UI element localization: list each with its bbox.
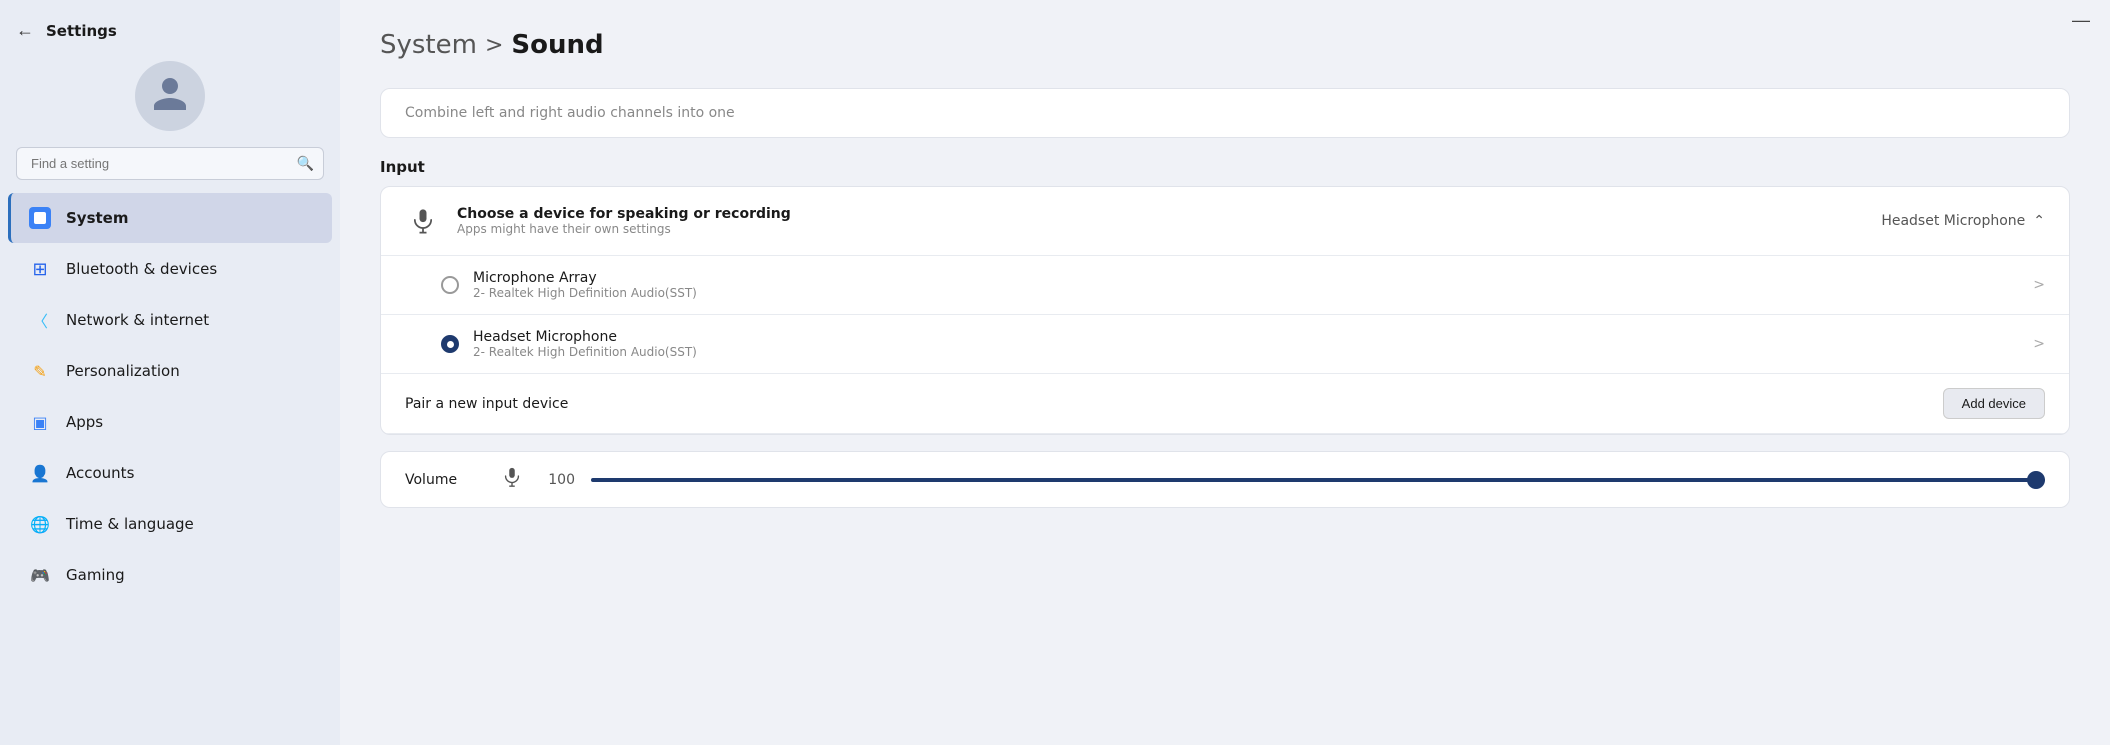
gaming-icon: 🎮 <box>28 563 52 587</box>
input-header-text: Choose a device for speaking or recordin… <box>457 206 1865 236</box>
device-sub-1: 2- Realtek High Definition Audio(SST) <box>473 345 2019 359</box>
volume-track <box>591 478 2045 482</box>
input-section-label: Input <box>380 158 2070 176</box>
radio-button-0[interactable] <box>441 276 459 294</box>
sidebar-item-accounts[interactable]: 👤 Accounts <box>8 448 332 498</box>
search-input[interactable] <box>16 147 324 180</box>
personalization-icon: ✎ <box>28 359 52 383</box>
top-card-text: Combine left and right audio channels in… <box>405 105 735 121</box>
time-icon: 🌐 <box>28 512 52 536</box>
sidebar: ← Settings 🔍 System ⊞ Bluetooth & device… <box>0 0 340 745</box>
breadcrumb-system[interactable]: System <box>380 30 477 60</box>
sidebar-item-time[interactable]: 🌐 Time & language <box>8 499 332 549</box>
user-avatar-icon <box>150 74 190 118</box>
microphone-icon <box>405 203 441 239</box>
device-info-1: Headset Microphone 2- Realtek High Defin… <box>473 329 2019 359</box>
sidebar-item-gaming[interactable]: 🎮 Gaming <box>8 550 332 600</box>
sidebar-item-label-accounts: Accounts <box>66 464 134 482</box>
network-icon: 〈 <box>28 308 52 332</box>
sidebar-item-label-bluetooth: Bluetooth & devices <box>66 260 217 278</box>
nav-list: System ⊞ Bluetooth & devices 〈 Network &… <box>0 192 340 745</box>
apps-icon: ▣ <box>28 410 52 434</box>
input-device-title: Choose a device for speaking or recordin… <box>457 206 1865 222</box>
radio-button-1[interactable] <box>441 335 459 353</box>
selected-device-name: Headset Microphone <box>1881 213 2025 229</box>
breadcrumb: System > Sound <box>380 30 2070 60</box>
sidebar-item-apps[interactable]: ▣ Apps <box>8 397 332 447</box>
avatar[interactable] <box>135 61 205 131</box>
sidebar-top-bar: ← Settings <box>0 12 340 49</box>
bluetooth-icon: ⊞ <box>28 257 52 281</box>
breadcrumb-separator: > <box>485 33 503 58</box>
volume-slider[interactable] <box>591 470 2045 490</box>
sidebar-item-label-apps: Apps <box>66 413 103 431</box>
volume-card: Volume 100 <box>380 451 2070 508</box>
device-name-0: Microphone Array <box>473 270 2019 286</box>
chevron-right-icon-1: > <box>2033 336 2045 352</box>
search-icon: 🔍 <box>297 156 314 172</box>
pair-device-row: Pair a new input device Add device <box>381 374 2069 434</box>
sidebar-item-label-network: Network & internet <box>66 311 209 329</box>
device-sub-0: 2- Realtek High Definition Audio(SST) <box>473 286 2019 300</box>
volume-thumb <box>2027 471 2045 489</box>
pair-label: Pair a new input device <box>405 396 1943 412</box>
input-header-right: Headset Microphone ⌃ <box>1881 213 2045 229</box>
top-card: Combine left and right audio channels in… <box>380 88 2070 138</box>
sidebar-item-personalization[interactable]: ✎ Personalization <box>8 346 332 396</box>
sidebar-item-label-gaming: Gaming <box>66 566 125 584</box>
breadcrumb-sound: Sound <box>511 30 603 60</box>
device-name-1: Headset Microphone <box>473 329 2019 345</box>
volume-label: Volume <box>405 472 485 488</box>
search-box: 🔍 <box>16 147 324 180</box>
device-row-0[interactable]: Microphone Array 2- Realtek High Definit… <box>381 256 2069 315</box>
chevron-up-icon[interactable]: ⌃ <box>2033 213 2045 229</box>
back-button[interactable]: ← <box>16 20 34 41</box>
system-icon <box>28 206 52 230</box>
sidebar-item-system[interactable]: System <box>8 193 332 243</box>
input-card-header[interactable]: Choose a device for speaking or recordin… <box>381 187 2069 256</box>
sidebar-item-label-personalization: Personalization <box>66 362 180 380</box>
volume-mic-icon <box>501 466 523 493</box>
device-info-0: Microphone Array 2- Realtek High Definit… <box>473 270 2019 300</box>
sidebar-item-bluetooth[interactable]: ⊞ Bluetooth & devices <box>8 244 332 294</box>
input-device-sub: Apps might have their own settings <box>457 222 1865 236</box>
sidebar-item-label-system: System <box>66 209 128 227</box>
volume-number: 100 <box>539 472 575 488</box>
main-content: System > Sound Combine left and right au… <box>340 0 2110 745</box>
chevron-right-icon-0: > <box>2033 277 2045 293</box>
sidebar-item-label-time: Time & language <box>66 515 194 533</box>
sidebar-item-network[interactable]: 〈 Network & internet <box>8 295 332 345</box>
minimize-button[interactable]: — <box>2072 10 2090 31</box>
settings-title: Settings <box>46 22 117 40</box>
accounts-icon: 👤 <box>28 461 52 485</box>
device-row-1[interactable]: Headset Microphone 2- Realtek High Defin… <box>381 315 2069 374</box>
input-card: Choose a device for speaking or recordin… <box>380 186 2070 435</box>
add-device-button[interactable]: Add device <box>1943 388 2045 419</box>
